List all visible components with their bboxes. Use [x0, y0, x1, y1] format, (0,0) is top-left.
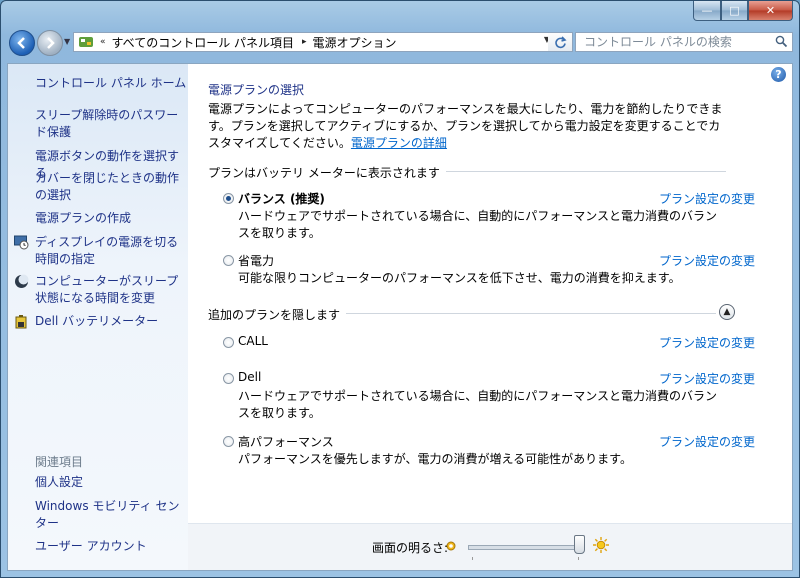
- related-heading: 関連項目: [35, 455, 84, 469]
- sidebar-item-sleep-time[interactable]: コンピューターがスリープ状態になる時間を変更: [15, 273, 185, 307]
- sidebar-home-link[interactable]: コントロール パネル ホーム: [35, 75, 186, 92]
- search-input[interactable]: コントロール パネルの検索: [575, 32, 793, 52]
- sidebar-item-display-off[interactable]: ディスプレイの電源を切る時間の指定: [14, 234, 185, 268]
- plan-high-performance-name[interactable]: 高パフォーマンス: [238, 433, 334, 450]
- power-plan-details-link[interactable]: 電源プランの詳細: [351, 136, 447, 150]
- recent-pages-dropdown[interactable]: ▼: [64, 37, 70, 46]
- brightness-bar: 画面の明るさ:: [188, 523, 792, 570]
- navigation-bar: ▼ « すべてのコントロール パネル項目 ▸ 電源オプション ▼ コントロール …: [7, 27, 793, 59]
- caption-buttons: — □ ✕: [693, 1, 793, 21]
- sidebar-item-battery-meter-label: Dell バッテリメーター: [35, 314, 159, 328]
- plan-power-saver-desc: 可能な限りコンピューターのパフォーマンスを低下させ、電力の消費を抑えます。: [238, 271, 681, 285]
- slider-tick: [578, 557, 579, 560]
- slider-tick: [472, 557, 473, 560]
- plan-dell-desc: ハードウェアでサポートされている場合に、自動的にパフォーマンスと電力消費のバラン…: [238, 389, 718, 420]
- plan-call-settings-link[interactable]: プラン設定の変更: [659, 334, 755, 351]
- search-icon[interactable]: [775, 35, 788, 48]
- plan-call-name[interactable]: CALL: [238, 334, 268, 348]
- brightness-slider[interactable]: [468, 545, 583, 550]
- arrow-left-icon: [17, 37, 25, 49]
- brightness-label: 画面の明るさ:: [372, 541, 449, 555]
- control-panel-icon: [79, 37, 93, 47]
- sidebar-item-wake-password[interactable]: スリープ解除時のパスワード保護: [35, 107, 185, 141]
- page-title: 電源プランの選択: [208, 83, 305, 97]
- sidebar-item-create-plan[interactable]: 電源プランの作成: [35, 210, 131, 227]
- refresh-button[interactable]: [548, 32, 573, 52]
- forward-button[interactable]: [37, 30, 63, 56]
- address-bar[interactable]: « すべてのコントロール パネル項目 ▸ 電源オプション ▼: [73, 32, 573, 52]
- breadcrumb-all-items[interactable]: すべてのコントロール パネル項目: [112, 34, 295, 51]
- monitor-clock-icon: [14, 235, 29, 250]
- content-pane: ? 電源プランの選択 電源プランによってコンピューターのパフォーマンスを最大にし…: [188, 64, 792, 570]
- minimize-button[interactable]: —: [693, 1, 721, 21]
- plan-balanced-radio[interactable]: [223, 193, 234, 204]
- sidebar-item-lid-close[interactable]: カバーを閉じたときの動作の選択: [35, 170, 185, 204]
- group2-title: 追加のプランを隠します: [208, 306, 347, 323]
- plan-call-radio[interactable]: [223, 337, 234, 348]
- breadcrumb-power-options[interactable]: 電源オプション: [313, 34, 397, 51]
- dim-sun-icon: [446, 541, 456, 551]
- plan-balanced-settings-link[interactable]: プラン設定の変更: [659, 190, 755, 207]
- plan-power-saver-radio[interactable]: [223, 255, 234, 266]
- intro-body: 電源プランによってコンピューターのパフォーマンスを最大にしたり、電力を節約したり…: [208, 102, 723, 150]
- plan-high-performance-desc: パフォーマンスを優先しますが、電力の消費が増える可能性があります。: [238, 452, 632, 466]
- plan-balanced-name[interactable]: バランス (推奨): [238, 190, 325, 207]
- sidebar: コントロール パネル ホーム スリープ解除時のパスワード保護 電源ボタンの動作を…: [8, 64, 188, 570]
- breadcrumb-separator[interactable]: ▸: [302, 37, 307, 47]
- maximize-button[interactable]: □: [721, 1, 748, 21]
- refresh-icon: [554, 35, 567, 48]
- battery-icon: [15, 315, 27, 329]
- breadcrumb-overflow[interactable]: «: [100, 37, 106, 47]
- sidebar-item-sleep-time-label: コンピューターがスリープ状態になる時間を変更: [35, 274, 179, 305]
- plan-high-performance-settings-link[interactable]: プラン設定の変更: [659, 433, 755, 450]
- plan-dell-name[interactable]: Dell: [238, 370, 261, 384]
- collapse-plans-button[interactable]: ▲: [719, 304, 735, 320]
- related-mobility-center[interactable]: Windows モビリティ センター: [35, 498, 185, 532]
- close-button[interactable]: ✕: [748, 1, 793, 21]
- intro-text: 電源プランによってコンピューターのパフォーマンスを最大にしたり、電力を節約したり…: [208, 101, 728, 152]
- moon-icon: [15, 274, 29, 288]
- sidebar-item-battery-meter[interactable]: Dell バッテリメーター: [15, 313, 159, 330]
- bright-sun-icon: [593, 537, 609, 553]
- plan-dell-radio[interactable]: [223, 373, 234, 384]
- window: — □ ✕ ▼ « すべてのコントロール パネル項目 ▸ 電源オプション ▼ コ…: [0, 0, 800, 578]
- arrow-right-icon: [47, 37, 55, 49]
- sidebar-item-display-off-label: ディスプレイの電源を切る時間の指定: [35, 235, 179, 266]
- plan-dell-settings-link[interactable]: プラン設定の変更: [659, 370, 755, 387]
- plan-power-saver-name[interactable]: 省電力: [238, 252, 274, 269]
- plan-high-performance-radio[interactable]: [223, 436, 234, 447]
- plan-power-saver-settings-link[interactable]: プラン設定の変更: [659, 252, 755, 269]
- related-user-accounts[interactable]: ユーザー アカウント: [35, 538, 147, 555]
- main-frame: コントロール パネル ホーム スリープ解除時のパスワード保護 電源ボタンの動作を…: [7, 63, 793, 571]
- group1-title: プランはバッテリ メーターに表示されます: [208, 164, 446, 181]
- related-personalize[interactable]: 個人設定: [35, 474, 83, 491]
- brightness-slider-thumb[interactable]: [574, 535, 585, 554]
- help-icon[interactable]: ?: [771, 67, 786, 82]
- search-placeholder: コントロール パネルの検索: [584, 35, 732, 49]
- back-button[interactable]: [9, 30, 35, 56]
- plan-balanced-desc: ハードウェアでサポートされている場合に、自動的にパフォーマンスと電力消費のバラン…: [238, 209, 718, 240]
